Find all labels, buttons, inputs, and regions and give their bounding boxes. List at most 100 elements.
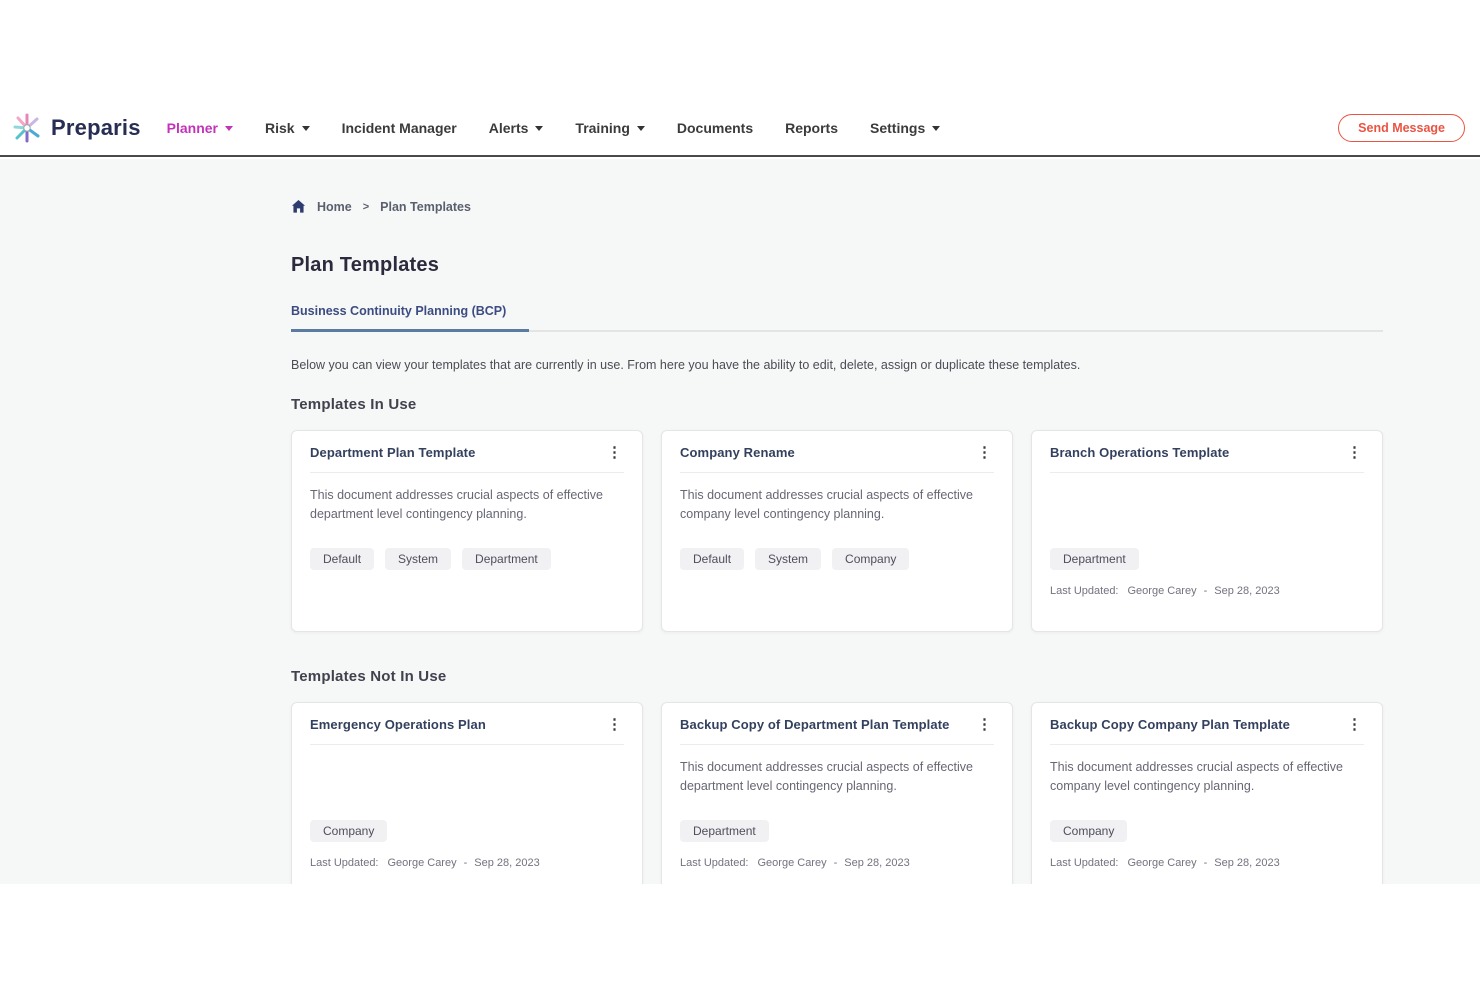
- nav-item-label: Documents: [677, 120, 753, 136]
- kebab-menu-icon[interactable]: ⋮: [975, 445, 994, 460]
- last-updated-name: George Carey: [1128, 585, 1197, 597]
- divider: [1050, 744, 1364, 745]
- chevron-down-icon: [932, 126, 940, 131]
- tag-badge: Default: [680, 548, 744, 570]
- template-card-title[interactable]: Emergency Operations Plan: [310, 717, 486, 732]
- templates-in-use-grid: Department Plan Template ⋮ This document…: [291, 430, 1383, 632]
- last-updated-date: Sep 28, 2023: [474, 857, 539, 869]
- template-card-title[interactable]: Backup Copy of Department Plan Template: [680, 717, 950, 732]
- preparis-logo[interactable]: Preparis: [10, 111, 141, 145]
- last-updated-date: Sep 28, 2023: [1214, 857, 1279, 869]
- template-card-title[interactable]: Department Plan Template: [310, 445, 475, 460]
- tab-bar: Business Continuity Planning (BCP): [291, 302, 1383, 332]
- last-updated-label: Last Updated:: [680, 857, 749, 869]
- template-card-description: This document addresses crucial aspects …: [680, 486, 994, 548]
- last-updated-name: George Carey: [1128, 857, 1197, 869]
- template-card-title[interactable]: Branch Operations Template: [1050, 445, 1229, 460]
- template-card: Backup Copy of Department Plan Template …: [661, 702, 1013, 884]
- nav-item-training[interactable]: Training: [575, 120, 644, 136]
- template-card-tags: Department: [680, 820, 994, 842]
- template-card-description: This document addresses crucial aspects …: [310, 486, 624, 548]
- last-updated-row: Last Updated: George Carey - Sep 28, 202…: [1050, 585, 1364, 597]
- divider: [1050, 472, 1364, 473]
- last-updated-separator: -: [464, 857, 468, 869]
- template-card-tags: Default System Department: [310, 548, 624, 570]
- kebab-menu-icon[interactable]: ⋮: [605, 445, 624, 460]
- nav-item-label: Incident Manager: [342, 120, 457, 136]
- nav-item-settings[interactable]: Settings: [870, 120, 940, 136]
- last-updated-label: Last Updated:: [1050, 585, 1119, 597]
- kebab-menu-icon[interactable]: ⋮: [1345, 445, 1364, 460]
- nav-item-label: Reports: [785, 120, 838, 136]
- tag-badge: Company: [310, 820, 387, 842]
- kebab-menu-icon[interactable]: ⋮: [1345, 717, 1364, 732]
- divider: [310, 472, 624, 473]
- top-navigation-bar: Preparis Planner Risk Incident Manager A…: [0, 100, 1480, 157]
- template-card-tags: Default System Company: [680, 548, 994, 570]
- template-card-description: This document addresses crucial aspects …: [1050, 758, 1364, 820]
- tag-badge: System: [755, 548, 821, 570]
- template-card: Branch Operations Template ⋮ Department …: [1031, 430, 1383, 632]
- divider: [680, 472, 994, 473]
- chevron-down-icon: [535, 126, 543, 131]
- chevron-down-icon: [225, 126, 233, 131]
- nav-item-reports[interactable]: Reports: [785, 120, 838, 136]
- nav-item-label: Settings: [870, 120, 925, 136]
- template-card-description: [1050, 486, 1364, 548]
- breadcrumb-current: Plan Templates: [380, 200, 471, 214]
- template-card-tags: Company: [1050, 820, 1364, 842]
- template-card-title[interactable]: Backup Copy Company Plan Template: [1050, 717, 1290, 732]
- nav-item-label: Planner: [167, 120, 218, 136]
- template-card: Department Plan Template ⋮ This document…: [291, 430, 643, 632]
- tag-badge: Department: [462, 548, 551, 570]
- last-updated-name: George Carey: [388, 857, 457, 869]
- nav-item-alerts[interactable]: Alerts: [489, 120, 544, 136]
- send-message-button[interactable]: Send Message: [1338, 114, 1465, 142]
- tag-badge: System: [385, 548, 451, 570]
- template-card-title[interactable]: Company Rename: [680, 445, 795, 460]
- breadcrumb: Home > Plan Templates: [291, 159, 1383, 214]
- tag-badge: Company: [1050, 820, 1127, 842]
- last-updated-row: Last Updated: George Carey - Sep 28, 202…: [310, 857, 624, 869]
- content-area: Home > Plan Templates Plan Templates Bus…: [0, 159, 1480, 884]
- last-updated-name: George Carey: [758, 857, 827, 869]
- tag-badge: Department: [1050, 548, 1139, 570]
- nav-item-incident-manager[interactable]: Incident Manager: [342, 120, 457, 136]
- nav-item-documents[interactable]: Documents: [677, 120, 753, 136]
- last-updated-label: Last Updated:: [1050, 857, 1119, 869]
- template-card: Company Rename ⋮ This document addresses…: [661, 430, 1013, 632]
- template-card-description: [310, 758, 624, 820]
- template-card-tags: Department: [1050, 548, 1364, 570]
- last-updated-row: Last Updated: George Carey - Sep 28, 202…: [1050, 857, 1364, 869]
- last-updated-label: Last Updated:: [310, 857, 379, 869]
- section-heading-templates-in-use: Templates In Use: [291, 396, 1383, 413]
- tag-badge: Default: [310, 548, 374, 570]
- template-card: Emergency Operations Plan ⋮ Company Last…: [291, 702, 643, 884]
- last-updated-row: Last Updated: George Carey - Sep 28, 202…: [680, 857, 994, 869]
- chevron-down-icon: [302, 126, 310, 131]
- section-heading-templates-not-in-use: Templates Not In Use: [291, 668, 1383, 685]
- template-card-description: This document addresses crucial aspects …: [680, 758, 994, 820]
- divider: [310, 744, 624, 745]
- breadcrumb-separator: >: [363, 201, 369, 213]
- last-updated-date: Sep 28, 2023: [844, 857, 909, 869]
- last-updated-date: Sep 28, 2023: [1214, 585, 1279, 597]
- tab-business-continuity-planning[interactable]: Business Continuity Planning (BCP): [291, 304, 529, 332]
- template-card-tags: Company: [310, 820, 624, 842]
- last-updated-separator: -: [1204, 857, 1208, 869]
- preparis-logo-text: Preparis: [51, 115, 141, 141]
- template-card: Backup Copy Company Plan Template ⋮ This…: [1031, 702, 1383, 884]
- tag-badge: Company: [832, 548, 909, 570]
- nav-item-risk[interactable]: Risk: [265, 120, 310, 136]
- kebab-menu-icon[interactable]: ⋮: [975, 717, 994, 732]
- nav-item-label: Risk: [265, 120, 295, 136]
- preparis-logo-icon: [10, 111, 44, 145]
- home-icon[interactable]: [291, 199, 306, 214]
- nav-item-planner[interactable]: Planner: [167, 120, 233, 136]
- page-title: Plan Templates: [291, 254, 1383, 277]
- nav-item-label: Alerts: [489, 120, 529, 136]
- kebab-menu-icon[interactable]: ⋮: [605, 717, 624, 732]
- nav-item-label: Training: [575, 120, 629, 136]
- page-description: Below you can view your templates that a…: [291, 358, 1383, 372]
- breadcrumb-home[interactable]: Home: [317, 200, 352, 214]
